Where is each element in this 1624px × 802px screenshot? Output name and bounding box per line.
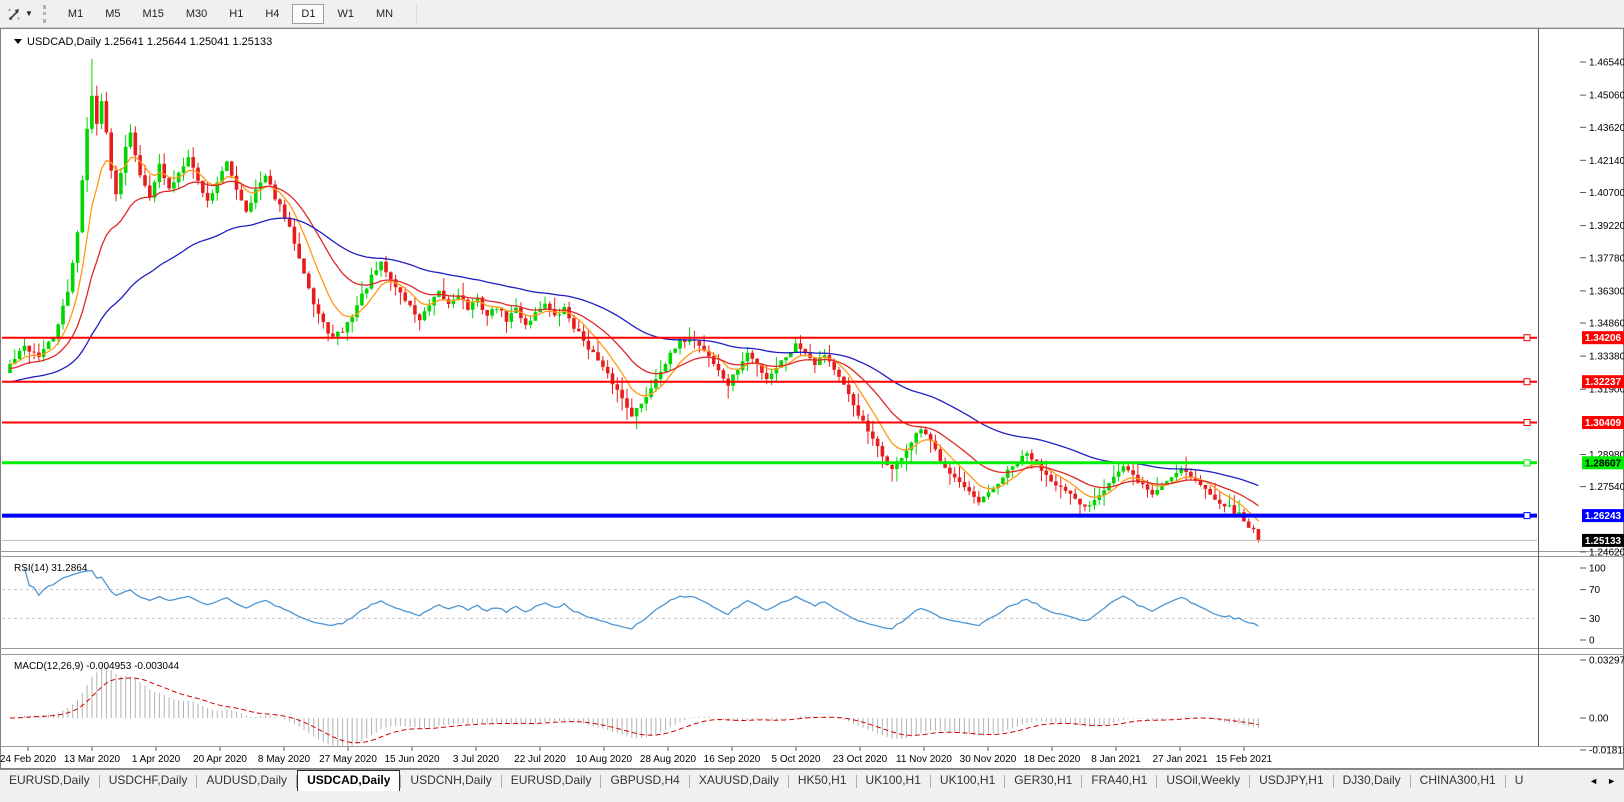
time-axis-label: 16 Sep 2020 xyxy=(704,754,761,765)
timeframe-button-M1[interactable]: M1 xyxy=(59,4,92,24)
level-price-tag-text: 1.28607 xyxy=(1585,458,1622,469)
chart-title: USDCAD,Daily 1.25641 1.25644 1.25041 1.2… xyxy=(27,36,272,48)
timeframe-toolbar: ▼ M1 M5 M15 M30 H1 H4 D1 W1 MN xyxy=(0,0,1624,28)
rsi-axis-label: 100 xyxy=(1589,564,1606,575)
chart-tabs-bar: EURUSD,Daily USDCHF,Daily AUDUSD,Daily USDC… xyxy=(0,769,1624,792)
time-axis-label: 20 Apr 2020 xyxy=(193,754,247,765)
chart-tab-usdjpy-h1[interactable]: USDJPY,H1 xyxy=(1250,770,1332,792)
timeframe-button-H1[interactable]: H1 xyxy=(220,4,252,24)
price-axis-label: 1.24620 xyxy=(1589,547,1624,558)
time-axis-label: 11 Nov 2020 xyxy=(896,754,952,765)
level-line-handle xyxy=(1523,378,1531,386)
time-axis-label: 8 May 2020 xyxy=(258,754,311,765)
chart-tab-gbpusd-h4[interactable]: GBPUSD,H4 xyxy=(601,770,688,792)
time-axis-label: 15 Feb 2021 xyxy=(1216,754,1273,765)
rsi-axis-label: 30 xyxy=(1589,614,1601,625)
chart-background xyxy=(0,28,1624,769)
cursor-tool-icon[interactable] xyxy=(5,5,23,23)
timeframe-button-D1[interactable]: D1 xyxy=(292,3,325,24)
chart-tab-uk100-h1[interactable]: UK100,H1 xyxy=(931,770,1004,792)
timeframe-button-W1[interactable]: W1 xyxy=(328,4,363,24)
time-axis-label: 28 Aug 2020 xyxy=(640,754,697,765)
price-axis-label: 1.33380 xyxy=(1589,352,1624,363)
price-axis-label: 1.37780 xyxy=(1589,253,1624,264)
rsi-axis-label: 70 xyxy=(1589,585,1601,596)
chart-tab-hk50-h1[interactable]: HK50,H1 xyxy=(789,770,856,792)
level-price-tag-text: 1.34206 xyxy=(1585,333,1622,344)
chart-tab-china300-h1[interactable]: CHINA300,H1 xyxy=(1411,770,1505,792)
macd-axis-label: 0.032972 xyxy=(1589,655,1624,666)
timeframe-button-M5[interactable]: M5 xyxy=(96,4,129,24)
tabs-scroll-arrows: ◄ ► xyxy=(1581,770,1624,792)
time-axis-label: 27 Jan 2021 xyxy=(1152,754,1207,765)
time-axis-label: 8 Jan 2021 xyxy=(1091,754,1141,765)
chart-tab-uk100-h1[interactable]: UK100,H1 xyxy=(857,770,930,792)
price-axis-label: 1.39220 xyxy=(1589,221,1624,232)
chart-tab-ger30-h1[interactable]: GER30,H1 xyxy=(1005,770,1081,792)
tool-dropdown-caret-icon[interactable]: ▼ xyxy=(25,9,33,18)
macd-axis-label: -0.018154 xyxy=(1589,745,1624,756)
tabs-scroll-left-icon[interactable]: ◄ xyxy=(1589,776,1598,786)
price-axis-label: 1.42140 xyxy=(1589,156,1624,167)
time-axis-label: 13 Mar 2020 xyxy=(64,754,121,765)
timeframe-button-M15[interactable]: M15 xyxy=(133,4,172,24)
level-price-tag-text: 1.32237 xyxy=(1585,377,1622,388)
rsi-indicator-label: RSI(14) 31.2864 xyxy=(14,563,88,574)
time-axis-label: 5 Oct 2020 xyxy=(772,754,821,765)
chart-tab-dj30-daily[interactable]: DJ30,Daily xyxy=(1334,770,1410,792)
time-axis-label: 15 Jun 2020 xyxy=(384,754,439,765)
chart-tab-xauusd-daily[interactable]: XAUUSD,Daily xyxy=(690,770,788,792)
timeframe-button-MN[interactable]: MN xyxy=(367,4,402,24)
time-axis-label: 22 Jul 2020 xyxy=(514,754,566,765)
chart-tab-usoil-weekly[interactable]: USOil,Weekly xyxy=(1157,770,1249,792)
time-axis-label: 24 Feb 2020 xyxy=(0,754,57,765)
price-axis-label: 1.40700 xyxy=(1589,188,1624,199)
tabs-scroll-right-icon[interactable]: ► xyxy=(1607,776,1616,786)
bottom-strip xyxy=(0,791,1624,802)
level-price-tag-text: 1.30409 xyxy=(1585,418,1622,429)
price-axis-label: 1.34860 xyxy=(1589,319,1624,330)
level-line-handle xyxy=(1523,459,1531,467)
chart-tab-eurusd-daily[interactable]: EURUSD,Daily xyxy=(0,770,99,792)
chart-tab-usdcad-daily[interactable]: USDCAD,Daily xyxy=(297,770,401,792)
chart-tab-eurusd-daily[interactable]: EURUSD,Daily xyxy=(502,770,601,792)
price-axis-label: 1.46540 xyxy=(1589,58,1624,69)
chart-tab-usdcnh-daily[interactable]: USDCNH,Daily xyxy=(401,770,500,792)
cursor-tool-glyph xyxy=(8,8,20,20)
timeframe-buttons-group: M1 M5 M15 M30 H1 H4 D1 W1 MN xyxy=(57,3,404,24)
time-axis-label: 3 Jul 2020 xyxy=(453,754,500,765)
chart-tab-fra40-h1[interactable]: FRA40,H1 xyxy=(1082,770,1156,792)
time-axis-label: 18 Dec 2020 xyxy=(1024,754,1081,765)
time-axis-label: 30 Nov 2020 xyxy=(960,754,1017,765)
price-chart-canvas[interactable]: 1.46540 1.45060 1.43620 1.42140 1.40700 1.392… xyxy=(0,28,1624,769)
toolbar-grip[interactable] xyxy=(42,4,46,23)
price-axis-label: 1.27540 xyxy=(1589,482,1624,493)
level-line-handle xyxy=(1523,512,1531,520)
timeframe-button-M30[interactable]: M30 xyxy=(177,4,216,24)
time-axis-label: 23 Oct 2020 xyxy=(833,754,888,765)
level-price-tag-text: 1.26243 xyxy=(1585,511,1622,522)
chart-window: 1.46540 1.45060 1.43620 1.42140 1.40700 1.392… xyxy=(0,28,1624,769)
time-axis-label: 10 Aug 2020 xyxy=(576,754,633,765)
chart-tab-u[interactable]: U xyxy=(1506,770,1533,792)
macd-indicator-label: MACD(12,26,9) -0.004953 -0.003044 xyxy=(14,661,180,672)
chart-tab-audusd-daily[interactable]: AUDUSD,Daily xyxy=(197,770,296,792)
toolbar-separator xyxy=(416,3,418,24)
current-price-tag-text: 1.25133 xyxy=(1585,536,1622,547)
price-axis-label: 1.36300 xyxy=(1589,286,1624,297)
price-axis-label: 1.45060 xyxy=(1589,91,1624,102)
macd-axis-label: 0.00 xyxy=(1589,714,1609,725)
level-line-handle xyxy=(1523,419,1531,426)
time-axis-label: 27 May 2020 xyxy=(319,754,377,765)
rsi-axis-label: 0 xyxy=(1589,636,1595,647)
price-axis-label: 1.43620 xyxy=(1589,123,1624,134)
chart-tab-usdchf-daily[interactable]: USDCHF,Daily xyxy=(100,770,197,792)
level-line-handle xyxy=(1523,334,1531,342)
timeframe-button-H4[interactable]: H4 xyxy=(256,4,288,24)
chart-tabs-list: EURUSD,Daily USDCHF,Daily AUDUSD,Daily USDC… xyxy=(0,770,1581,792)
time-axis-label: 1 Apr 2020 xyxy=(132,754,181,765)
